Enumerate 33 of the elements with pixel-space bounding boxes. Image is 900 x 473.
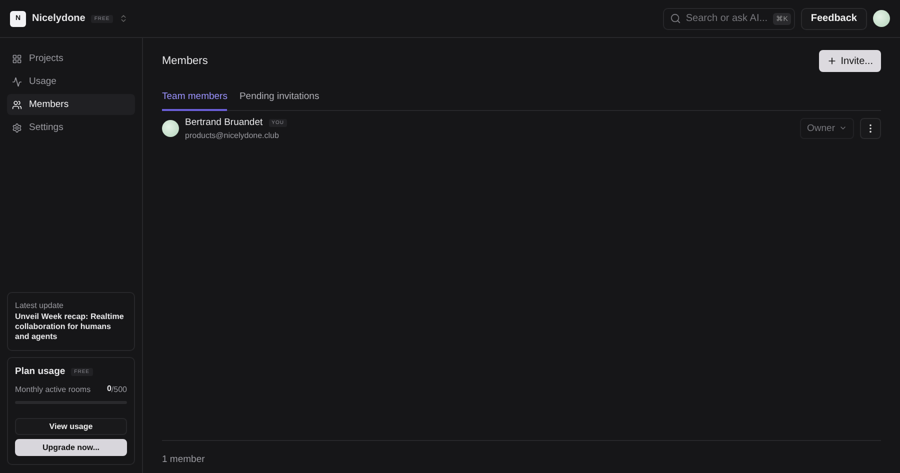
sidebar-item[interactable]: Projects xyxy=(7,48,135,69)
search-icon xyxy=(670,13,681,24)
update-card[interactable]: Latest update Unveil Week recap: Realtime collaboration for humans and agents xyxy=(7,292,135,352)
metric-label: Monthly active rooms xyxy=(15,384,91,394)
user-avatar[interactable] xyxy=(873,10,890,27)
more-button[interactable] xyxy=(860,118,881,139)
settings-icon xyxy=(12,122,22,132)
feedback-button[interactable]: Feedback xyxy=(800,8,867,30)
metric-limit: /500 xyxy=(111,384,127,394)
invite-button[interactable]: Invite... xyxy=(818,50,881,72)
users-icon xyxy=(12,100,22,110)
workspace-name[interactable]: Nicelydone xyxy=(32,13,86,24)
plan-title: Plan usage xyxy=(15,366,66,378)
metric-used: 0 xyxy=(106,384,112,394)
grid-icon xyxy=(12,54,22,64)
sidebar-item[interactable]: Settings xyxy=(7,117,135,138)
member-email: products@nicelydone.club xyxy=(185,130,280,140)
upgrade-button[interactable]: Upgrade now... xyxy=(15,439,127,456)
page-title: Members xyxy=(162,55,208,67)
member-name: Bertrand Bruandet xyxy=(185,117,263,129)
sidebar-item[interactable]: Usage xyxy=(7,71,135,92)
member-count: 1 member xyxy=(162,440,881,465)
sidebar-item[interactable]: Members xyxy=(7,94,135,115)
view-usage-button[interactable]: View usage xyxy=(15,418,127,435)
member-avatar xyxy=(162,120,179,137)
role-dropdown[interactable]: Owner xyxy=(800,118,854,139)
chevron-updown-icon[interactable] xyxy=(118,14,128,23)
tab[interactable]: Team members xyxy=(162,86,228,111)
update-heading: Latest update xyxy=(15,301,64,310)
update-text[interactable]: Unveil Week recap: Realtime collaboration for humans and agents xyxy=(15,312,127,342)
pulse-icon xyxy=(12,76,22,86)
plus-icon xyxy=(826,56,837,66)
tab[interactable]: Pending invitations xyxy=(239,86,320,111)
